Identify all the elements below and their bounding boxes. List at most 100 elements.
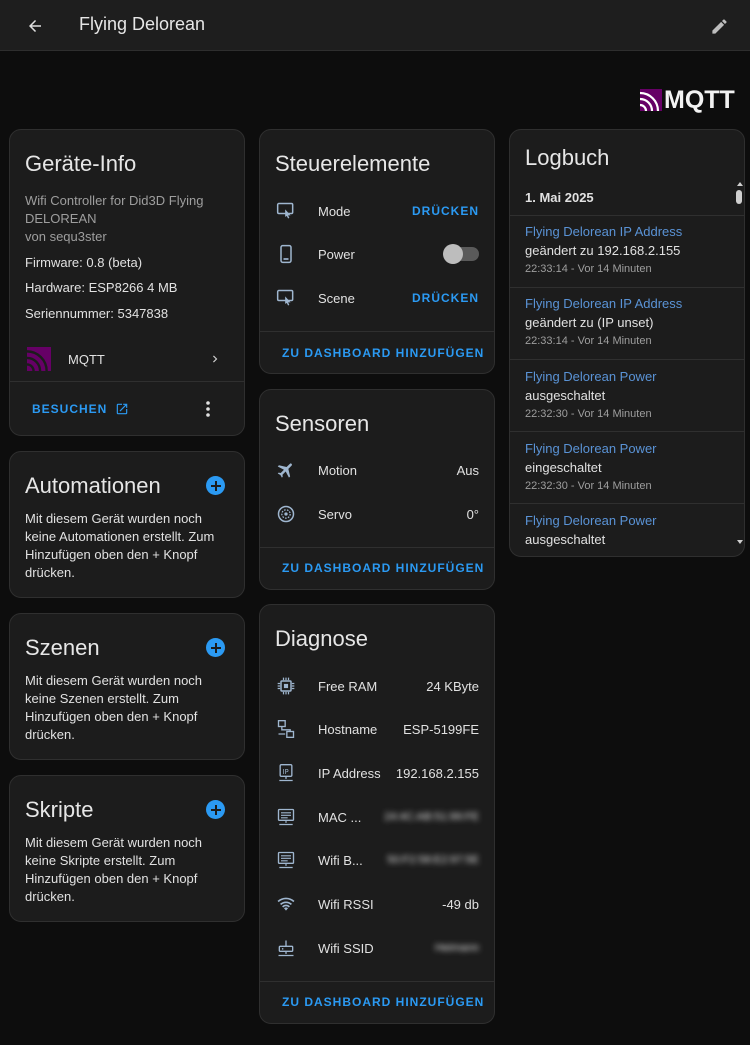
scroll-down-arrow-icon[interactable] [737,540,743,544]
diag-row-mac[interactable]: MAC ... 24:4C:AB:51:99:FE [275,802,479,832]
device-description-line2: DELOREAN [25,211,97,226]
device-description-line1: Wifi Controller for Did3D Flying [25,193,204,208]
back-arrow-icon[interactable] [22,13,48,39]
router-network-icon [275,937,297,959]
sensor-row-motion[interactable]: Motion Aus [275,455,479,485]
diag-row-free-ram[interactable]: Free RAM 24 KByte [275,671,479,701]
logbook-scrollbar[interactable] [736,182,744,554]
scripts-empty-text: Mit diesem Gerät wurden noch keine Skrip… [25,835,203,904]
add-to-dashboard-button[interactable]: ZU DASHBOARD HINZUFÜGEN [282,346,484,360]
card-title: Skripte [25,797,94,822]
divider [260,331,494,332]
diag-value-redacted: Heimann [434,942,479,954]
divider [10,381,244,382]
diag-row-ip-address[interactable]: IP IP Address 192.168.2.155 [275,758,479,788]
sensor-label: Servo [318,506,352,522]
visit-button[interactable]: BESUCHEN [32,402,129,416]
lan-icon [275,718,297,740]
firmware-version: Firmware: 0.8 (beta) [25,255,143,270]
diag-label: IP Address [318,765,381,781]
automations-card: Automationen Mit diesem Gerät wurden noc… [9,451,245,598]
diag-value: ESP-5199FE [403,721,479,737]
log-message: ausgeschaltet [525,532,606,547]
edit-pencil-icon[interactable] [706,13,732,39]
log-entity[interactable]: Flying Delorean IP Address [525,224,729,239]
add-to-dashboard-button[interactable]: ZU DASHBOARD HINZUFÜGEN [282,995,484,1009]
logbook-entry[interactable]: Flying Delorean IP Address geändert zu (… [510,296,744,347]
card-title: Sensoren [275,411,370,436]
logbook-entry[interactable]: Flying Delorean Power eingeschaltet 22:3… [510,441,744,492]
gesture-tap-button-icon [275,287,297,309]
log-message: ausgeschaltet [525,388,606,403]
card-title: Logbuch [525,145,610,170]
control-row-scene: Scene DRÜCKEN [275,283,479,313]
chevron-right-icon [213,355,218,363]
card-title: Automationen [25,473,161,498]
divider [260,981,494,982]
diag-row-wifi-bssid[interactable]: Wifi B... 50:F2:58:E2:97:5E [275,845,479,875]
divider [510,359,744,360]
add-automation-button[interactable] [206,476,225,495]
top-app-bar: Flying Delorean [0,0,750,51]
diag-value: -49 db [442,896,479,912]
add-to-dashboard-button[interactable]: ZU DASHBOARD HINZUFÜGEN [282,561,484,575]
sensor-row-servo[interactable]: Servo 0° [275,499,479,529]
cellphone-icon [275,243,297,265]
device-info-card: Geräte-Info Wifi Controller for Did3D Fl… [9,129,245,436]
ethernet-card-icon [275,849,297,871]
diag-label: Wifi SSID [318,940,374,956]
visit-button-label: BESUCHEN [32,402,108,416]
diag-label: MAC ... [318,809,362,825]
mqtt-icon [27,347,51,371]
scripts-card: Skripte Mit diesem Gerät wurden noch kei… [9,775,245,922]
diag-row-hostname[interactable]: Hostname ESP-5199FE [275,714,479,744]
divider [510,503,744,504]
airplane-icon [275,459,297,481]
divider [510,287,744,288]
divider [260,547,494,548]
serial-number: Seriennummer: 5347838 [25,306,169,321]
scroll-up-arrow-icon[interactable] [737,182,743,186]
sensor-label: Motion [318,462,358,478]
diag-value-redacted: 50:F2:58:E2:97:5E [387,854,479,866]
logbook-entry[interactable]: Flying Delorean Power ausgeschaltet 22:3… [510,369,744,420]
logbook-entry[interactable]: Flying Delorean Power ausgeschaltet [510,513,744,547]
automations-empty-text: Mit diesem Gerät wurden noch keine Autom… [25,511,215,580]
controls-card: Steuerelemente Mode DRÜCKEN Power Scene … [259,129,495,374]
add-script-button[interactable] [206,800,225,819]
log-entity[interactable]: Flying Delorean Power [525,441,729,456]
scrollbar-thumb[interactable] [736,190,742,204]
integration-mqtt-row[interactable]: MQTT [10,342,244,376]
log-entity[interactable]: Flying Delorean Power [525,513,729,528]
diag-value: 24 KByte [426,678,479,694]
log-time: 22:32:30 - Vor 14 Minuten [525,408,652,420]
power-toggle[interactable] [443,244,479,264]
more-options-icon[interactable] [204,400,212,418]
mqtt-logo: MQTT [640,86,735,114]
mqtt-logo-icon [640,89,662,111]
divider [510,215,744,216]
diag-row-wifi-rssi[interactable]: Wifi RSSI -49 db [275,889,479,919]
log-entity[interactable]: Flying Delorean Power [525,369,729,384]
diag-row-wifi-ssid[interactable]: Wifi SSID Heimann [275,933,479,963]
integration-label: MQTT [68,351,105,367]
log-message: geändert zu (IP unset) [525,315,654,330]
add-scene-button[interactable] [206,638,225,657]
control-label: Mode [318,203,351,219]
log-entity[interactable]: Flying Delorean IP Address [525,296,729,311]
svg-text:IP: IP [283,768,289,776]
control-row-mode: Mode DRÜCKEN [275,196,479,226]
logbook-card: Logbuch 1. Mai 2025 Flying Delorean IP A… [509,129,745,557]
card-title: Szenen [25,635,100,660]
device-manufacturer: von sequ3ster [25,229,107,244]
log-time: 22:33:14 - Vor 14 Minuten [525,335,652,347]
control-row-power: Power [275,239,479,269]
press-button[interactable]: DRÜCKEN [412,291,479,305]
diagnostics-card: Diagnose Free RAM 24 KByte Hostname ESP-… [259,604,495,1024]
logbook-entry[interactable]: Flying Delorean IP Address geändert zu 1… [510,224,744,275]
diag-label: Wifi B... [318,852,363,868]
hardware-version: Hardware: ESP8266 4 MB [25,280,178,295]
press-button[interactable]: DRÜCKEN [412,204,479,218]
sensor-value: Aus [456,462,479,478]
open-in-new-icon [117,403,128,415]
